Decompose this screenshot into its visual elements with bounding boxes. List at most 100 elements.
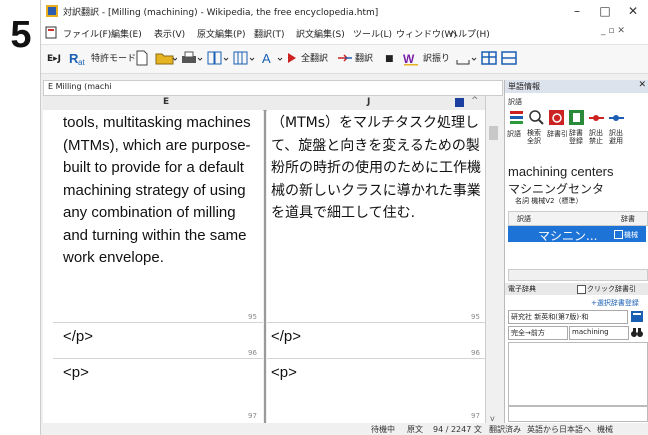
status-direction: 英語から日本語へ <box>527 425 591 434</box>
word-info-title: 単語情報 <box>508 82 540 91</box>
close-button[interactable]: ✕ <box>619 2 647 20</box>
print-icon[interactable] <box>181 50 203 68</box>
source-open-p[interactable]: <p> <box>63 362 89 385</box>
menu-translate[interactable]: 翻訳(T) <box>254 27 285 40</box>
new-document-icon[interactable] <box>135 50 149 68</box>
target-open-p[interactable]: <p> <box>271 362 297 385</box>
menu-tools[interactable]: ツール(L) <box>353 27 392 40</box>
play-icon[interactable] <box>287 50 297 68</box>
click-lookup-label: クリック辞書引 <box>587 285 636 293</box>
dictionary-query-input[interactable]: machining <box>569 326 629 340</box>
segment-number-95: 95 <box>471 313 480 321</box>
menu-window[interactable]: ウィンドウ(W) <box>396 27 457 40</box>
dictionary-book-icon[interactable] <box>630 310 644 323</box>
target-segment-94[interactable]: （MTMs）をマルチタスク処理して、旋盤と向きを変えるための製粉所の時折の使用の… <box>271 112 481 225</box>
dictionary-type-icon <box>614 230 623 239</box>
segment-number-96: 96 <box>471 349 480 357</box>
click-lookup-checkbox[interactable] <box>577 285 586 294</box>
translation-prohibit-icon[interactable] <box>588 109 605 126</box>
svg-text:W: W <box>403 52 415 66</box>
part-of-speech: 名詞 機械V2（標準） <box>515 197 583 205</box>
source-segment-94[interactable]: tools, multitasking machines (MTMs), whi… <box>63 112 258 270</box>
font-size-icon[interactable]: A <box>261 50 283 68</box>
recall-button[interactable]: 訳振り <box>423 50 450 68</box>
menu-help[interactable]: ヘルプ(H) <box>449 27 490 40</box>
pane-splitter[interactable] <box>264 110 266 425</box>
translation-avoid-icon[interactable] <box>608 109 625 126</box>
split-horizontal-icon[interactable] <box>501 50 517 68</box>
mdi-window-controls[interactable]: _ ▫ ✕ <box>601 26 625 36</box>
stop-button[interactable]: ■ <box>385 50 394 68</box>
dictionary-field: 機械 <box>624 231 638 239</box>
word-info-header: 単語情報 ✕ <box>505 80 648 93</box>
layout-columns-icon[interactable] <box>207 50 229 68</box>
menu-source-edit[interactable]: 原文編集(P) <box>197 27 245 40</box>
translation-candidate: マシニン... <box>538 229 598 243</box>
source-pane[interactable]: tools, multitasking machines (MTMs), whi… <box>43 110 263 425</box>
menu-edit[interactable]: 編集(E) <box>111 27 142 40</box>
list-header-dictionary: 辞書 <box>621 215 635 223</box>
scroll-down-arrow-icon[interactable]: v <box>490 414 495 423</box>
segment-number-95: 95 <box>248 313 257 321</box>
tool-label-search-all: 検索 全訳 <box>527 129 541 145</box>
maximize-button[interactable]: □ <box>591 2 619 20</box>
dictionary-select[interactable]: 研究社 新英和(第7版)·和 <box>508 310 628 324</box>
menu-target-edit[interactable]: 訳文編集(S) <box>296 27 345 40</box>
underline-space-icon[interactable] <box>455 50 477 68</box>
language-pair-button[interactable]: E▸J <box>47 50 61 68</box>
target-close-p[interactable]: </p> <box>271 326 301 349</box>
full-translate-button[interactable]: 全翻訳 <box>301 50 328 68</box>
dictionary-register-icon[interactable] <box>568 109 585 126</box>
segment-divider <box>53 322 263 323</box>
scrollbar-thumb[interactable] <box>489 126 498 140</box>
minimize-button[interactable]: – <box>563 2 591 20</box>
recall-icon[interactable]: W <box>403 50 421 68</box>
window-title: 対訳翻訳 - [Milling (machining) - Wikipedia,… <box>63 8 379 18</box>
document-tab[interactable]: E Milling (machi <box>43 80 503 96</box>
translation-list-header: 訳語 辞書 <box>508 211 648 226</box>
svg-text:A: A <box>262 51 271 66</box>
translate-pat-icon[interactable]: Rat <box>69 50 87 68</box>
document-scrollbar[interactable]: v <box>485 96 502 425</box>
electronic-dictionary-header: 電子辞典 クリック辞書引 <box>505 283 648 295</box>
menu-view[interactable]: 表示(V) <box>154 27 185 40</box>
segment-number-96: 96 <box>248 349 257 357</box>
menu-file[interactable]: ファイル(F) <box>63 27 111 40</box>
translation-list-item-selected[interactable]: マシニン... 機械 <box>508 226 646 243</box>
split-vertical-icon[interactable] <box>481 50 497 68</box>
panel-close-icon[interactable]: ✕ <box>638 80 646 90</box>
status-bar: 待機中 原文 94 / 2247 文 翻訳済み 英語から日本語へ 機械 <box>41 423 648 435</box>
tool-label-translation: 訳語 <box>507 130 521 138</box>
binoculars-search-icon[interactable] <box>630 326 644 339</box>
menu-bar: ファイル(F) 編集(E) 表示(V) 原文編集(P) 翻訳(T) 訳文編集(S… <box>41 22 648 45</box>
translate-button[interactable]: 翻訳 <box>355 50 373 68</box>
patent-mode-button[interactable]: 特許モード <box>91 50 136 68</box>
dictionary-icon[interactable] <box>508 109 525 126</box>
dictionary-detail-area[interactable] <box>508 406 648 422</box>
sync-scroll-icon[interactable] <box>455 98 464 107</box>
document-tab-label: E Milling (machi <box>48 82 112 91</box>
dictionary-select-value: 研究社 新英和(第7版)·和 <box>511 313 589 321</box>
source-close-p[interactable]: </p> <box>63 326 93 349</box>
status-field: 機械 <box>597 425 613 434</box>
collapse-arrow-icon[interactable]: ^ <box>471 96 479 106</box>
target-pane[interactable]: （MTMs）をマルチタスク処理して、旋盤と向きを変えるための製粉所の時折の使用の… <box>267 110 485 425</box>
match-mode-value: 完全→前方 <box>511 329 545 337</box>
status-view: 原文 <box>407 425 423 434</box>
dictionary-lookup-icon[interactable] <box>548 109 565 126</box>
dictionary-results-area[interactable] <box>508 342 648 406</box>
layout-table-icon[interactable] <box>233 50 255 68</box>
title-bar: 対訳翻訳 - [Milling (machining) - Wikipedia,… <box>41 0 648 22</box>
select-register-link[interactable]: +選択辞書登録 <box>591 298 639 308</box>
document-icon <box>45 26 57 39</box>
translate-arrows-icon[interactable] <box>337 50 353 68</box>
dictionary-query-value: machining <box>572 328 609 336</box>
open-folder-icon[interactable] <box>155 50 178 68</box>
list-hscrollbar[interactable] <box>508 269 648 281</box>
search-icon[interactable] <box>528 109 545 126</box>
segment-number-97: 97 <box>248 412 257 420</box>
toolbar: E▸J Rat 特許モード A 全翻訳 翻訳 ■ W 訳振り <box>41 45 648 74</box>
match-mode-select[interactable]: 完全→前方 <box>508 326 568 340</box>
headword: machining centers <box>508 164 614 179</box>
status-translated: 翻訳済み <box>489 425 521 434</box>
